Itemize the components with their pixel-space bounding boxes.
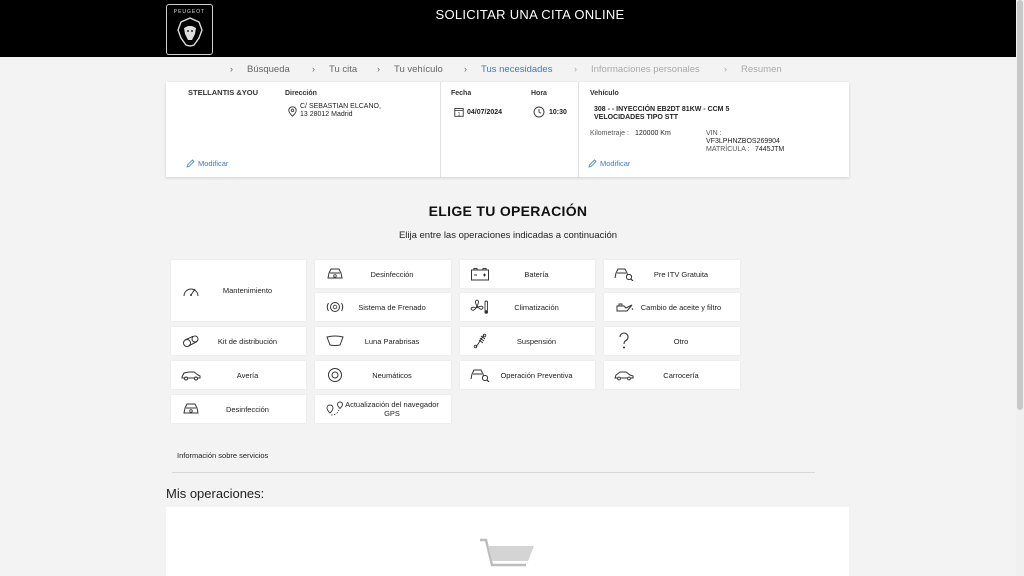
operation-tile-averia[interactable]: Avería — [171, 361, 306, 389]
operation-tile-climatizacion[interactable]: Climatización — [460, 293, 595, 321]
timing-belt-icon — [181, 333, 201, 349]
divider — [578, 82, 579, 177]
page-title: SOLICITAR UNA CITA ONLINE — [435, 7, 625, 22]
fan-icon — [470, 299, 490, 315]
operation-tile-mantenimiento[interactable]: Mantenimiento — [171, 260, 306, 321]
gps-icon — [325, 401, 345, 417]
svg-text:1: 1 — [458, 111, 461, 117]
operation-tile-operacion-preventiva[interactable]: Operación Preventiva — [460, 361, 595, 389]
car-search-icon — [614, 266, 634, 282]
mileage-label: Kilometraje : — [590, 130, 629, 137]
car-body-icon — [614, 367, 634, 383]
clock-icon — [533, 106, 545, 118]
car-side-icon — [181, 367, 201, 383]
operation-tile-desinfeccion-2[interactable]: Desinfección — [171, 395, 306, 423]
modify-dealer-link[interactable]: Modificar — [186, 159, 228, 168]
my-operations-title: Mis operaciones: — [166, 486, 265, 501]
car-front-icon — [181, 401, 201, 417]
address-line-2: 13 28012 Madrid — [300, 111, 353, 118]
windshield-icon — [325, 333, 345, 349]
step-tu-vehiculo[interactable]: › Tu vehículo — [377, 64, 443, 75]
calendar-icon: 1 — [454, 108, 464, 117]
chevron-right-icon: › — [464, 64, 467, 74]
chevron-right-icon: › — [724, 64, 727, 74]
operations-subtitle: Elija entre las operaciones indicadas a … — [398, 230, 618, 241]
scrollbar[interactable] — [1016, 0, 1024, 576]
step-busqueda[interactable]: › Búsqueda — [230, 64, 290, 75]
operation-tile-bateria[interactable]: Batería — [460, 260, 595, 288]
location-pin-icon — [288, 106, 297, 117]
my-operations-panel — [166, 507, 849, 576]
operation-tile-sistema-frenado[interactable]: Sistema de Frenado — [315, 293, 451, 321]
plate-value: 7445JTM — [755, 146, 785, 153]
chevron-right-icon: › — [574, 64, 577, 74]
car-search-icon — [470, 367, 490, 383]
operation-tile-pre-itv-gratuita[interactable]: Pre ITV Gratuita — [604, 260, 740, 288]
pencil-icon — [186, 159, 195, 168]
operation-tile-cambio-aceite[interactable]: Cambio de aceite y filtro — [604, 293, 740, 321]
chevron-right-icon: › — [312, 64, 315, 74]
services-info-link[interactable]: Información sobre servicios — [177, 451, 268, 460]
step-informaciones-personales: › Informaciones personales — [574, 64, 700, 75]
operation-tile-suspension[interactable]: Suspensión — [460, 327, 595, 355]
operations-title: ELIGE TU OPERACIÓN — [428, 203, 588, 219]
operation-tile-carroceria[interactable]: Carrocería — [604, 361, 740, 389]
shopping-cart-icon — [480, 538, 534, 567]
operation-tile-kit-distribucion[interactable]: Kit de distribución — [171, 327, 306, 355]
chevron-right-icon: › — [230, 64, 233, 74]
car-front-icon — [325, 266, 345, 282]
scrollbar-thumb[interactable] — [1017, 0, 1023, 410]
progress-stepper: › Búsqueda › Tu cita › Tu vehículo › Tus nec… — [0, 62, 1016, 78]
brake-icon — [325, 299, 345, 315]
operation-tile-luna-parabrisas[interactable]: Luna Parabrisas — [315, 327, 451, 355]
mileage-value: 120000 Km — [635, 130, 671, 137]
step-tu-cita[interactable]: › Tu cita — [312, 64, 357, 75]
gauge-icon — [181, 283, 201, 299]
operation-tile-otro[interactable]: Otro — [604, 327, 740, 355]
operation-tile-actualizacion-gps[interactable]: Actualización del navegador GPS — [315, 395, 451, 423]
vehicle-line-2: VELOCIDADES TIPO STT — [594, 114, 679, 121]
time-value: 10:30 — [549, 109, 567, 116]
step-tus-necesidades[interactable]: › Tus necesidades — [464, 64, 552, 75]
date-label: Fecha — [451, 90, 472, 97]
operation-tile-neumaticos[interactable]: Neumáticos — [315, 361, 451, 389]
date-value: 04/07/2024 — [467, 109, 503, 116]
dealer-name: STELLANTIS &YOU — [188, 88, 259, 97]
modify-vehicle-link[interactable]: Modificar — [588, 159, 630, 168]
divider — [172, 472, 815, 473]
plate-label: MATRÍCULA : — [706, 146, 750, 153]
tire-icon — [325, 367, 345, 383]
step-resumen: › Resumen — [724, 64, 782, 75]
battery-icon — [470, 266, 490, 282]
appointment-summary-card: STELLANTIS &YOU Dirección C/ SEBASTIAN E… — [166, 82, 849, 177]
vehicle-label: Vehículo — [590, 90, 619, 97]
address-label: Dirección — [285, 90, 317, 97]
pencil-icon — [588, 159, 597, 168]
shock-absorber-icon — [470, 333, 490, 349]
chevron-right-icon: › — [377, 64, 380, 74]
question-icon — [614, 332, 634, 349]
top-bar: PEUGEOT SOLICITAR UNA CITA ONLINE — [0, 0, 1016, 57]
time-label: Hora — [531, 90, 547, 97]
oil-can-icon — [614, 299, 634, 315]
operation-tile-desinfeccion[interactable]: Desinfección — [315, 260, 451, 288]
divider — [440, 82, 441, 177]
